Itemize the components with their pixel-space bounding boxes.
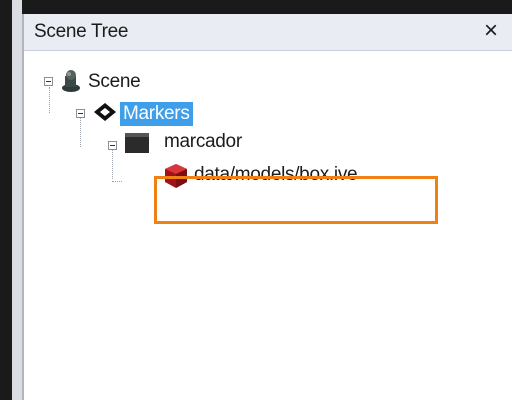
marker-icon: [94, 103, 116, 121]
tree-connector: [112, 181, 122, 182]
close-icon[interactable]: ×: [484, 19, 498, 43]
panel-title: Scene Tree: [34, 21, 129, 42]
screen: Scene Tree × Scene Markers marcador data…: [0, 0, 512, 400]
panel-left-border: [12, 0, 22, 400]
tree-connector: [80, 117, 81, 147]
tree-connector: [49, 87, 50, 113]
scene-tree: Scene Markers marcador data/models/box.i…: [24, 51, 512, 400]
tree-item-label: marcador: [164, 131, 242, 152]
marker-object-icon: [125, 133, 149, 153]
scene-tree-panel: Scene Tree × Scene Markers marcador data…: [22, 14, 512, 400]
collapse-icon[interactable]: [76, 109, 85, 118]
tree-item-label: Scene: [88, 71, 141, 92]
window-left-edge: [0, 0, 12, 400]
collapse-icon[interactable]: [44, 77, 53, 86]
collapse-icon[interactable]: [108, 141, 117, 150]
scene-icon: [62, 70, 80, 92]
tree-connector: [112, 149, 113, 179]
tree-item-label: Markers: [120, 102, 193, 126]
panel-titlebar[interactable]: Scene Tree ×: [24, 14, 512, 51]
window-top-edge: [0, 0, 512, 14]
highlight-annotation: [154, 176, 438, 224]
